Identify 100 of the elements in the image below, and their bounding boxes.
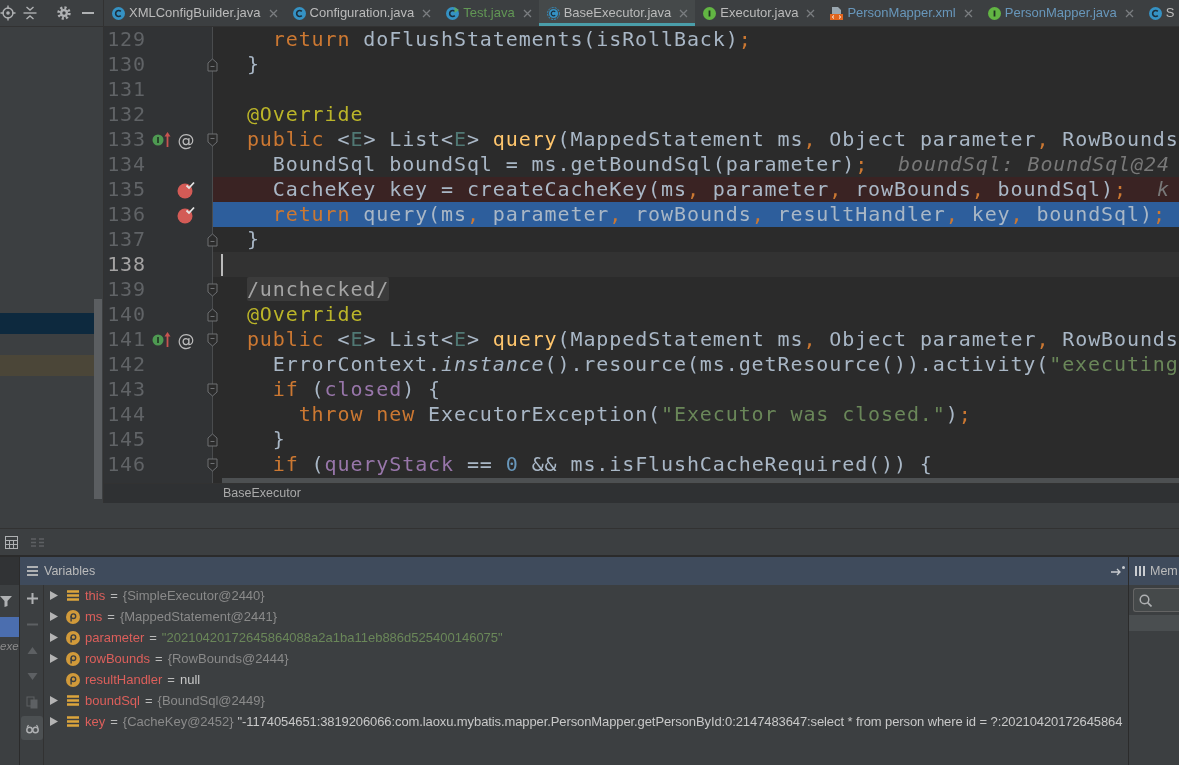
variable-value: "20210420172645864088a2a1ba11eb886d525400146075" [161, 628, 503, 647]
list-icon [27, 566, 38, 576]
editor-tab[interactable]: S [1140, 0, 1179, 26]
variable-name: key [85, 712, 106, 731]
scrollbar-thumb[interactable] [94, 299, 102, 499]
code-line: return doFlushStatements(isRollBack); [272, 27, 752, 52]
class-run-icon [446, 6, 460, 20]
close-icon[interactable] [422, 8, 432, 18]
settings-icon[interactable] [57, 6, 71, 20]
line-number: 138 [107, 252, 146, 277]
parameter-icon [66, 651, 80, 666]
class-icon [546, 6, 560, 20]
value-text: "-1174054651:3819206066:com.laoxu.mybatis.mapper.PersonMapper.getPersonById:0:2147483647:select * from person where id = ?:20210420172645864 [237, 712, 1123, 731]
variable-name: ms [85, 607, 103, 626]
breakpoint-icon[interactable] [177, 205, 195, 224]
variable-value: {MappedStatement@2441} [119, 607, 277, 626]
close-icon[interactable] [1124, 8, 1134, 18]
equals-sign: = [155, 649, 163, 668]
editor-tab[interactable]: Configuration.java [284, 0, 439, 26]
parameter-icon [66, 630, 80, 645]
arrow-icon[interactable] [1111, 566, 1125, 576]
close-icon[interactable] [268, 8, 278, 18]
table-icon[interactable] [5, 535, 18, 549]
editor-tab[interactable]: XMLConfigBuilder.java [104, 0, 285, 26]
horizontal-scrollbar-thumb[interactable] [222, 478, 1179, 483]
fold-marker-icon[interactable] [207, 382, 218, 397]
expand-arrow-icon[interactable] [50, 612, 58, 621]
editor-tab[interactable]: PersonMapper.java [979, 0, 1141, 26]
code-line: @Override [246, 102, 364, 127]
equals-sign: = [167, 670, 175, 689]
expand-arrow-icon[interactable] [50, 717, 58, 726]
toggle-button[interactable] [21, 716, 43, 740]
breadcrumb-item[interactable]: BaseExecutor [223, 484, 301, 503]
variable-value: {RowBounds@2444} [167, 649, 289, 668]
class-icon [1148, 6, 1162, 20]
close-icon[interactable] [522, 8, 532, 18]
equals-sign: = [110, 712, 118, 731]
expand-arrow-icon[interactable] [50, 654, 58, 663]
close-icon[interactable] [806, 8, 816, 18]
fold-marker-icon[interactable] [207, 57, 218, 72]
code-line: if (queryStack == 0 && ms.isFlushCacheRequired()) { [272, 452, 933, 477]
variable-value: {SimpleExecutor@2440} [122, 586, 265, 605]
code-line: return query(ms, parameter, rowBounds, resultHandler, key, boundSql); [272, 202, 1166, 227]
field-icon [67, 716, 79, 727]
equals-sign: = [149, 628, 157, 647]
frame-item[interactable]: exe [0, 637, 19, 657]
equals-sign: = [107, 607, 115, 626]
variable-name: parameter [85, 628, 145, 647]
interface-up-arrow-icon[interactable] [152, 331, 171, 348]
code-line: public <E> List<E> query(MappedStatement ms, Object parameter, RowBounds [246, 327, 1179, 352]
fold-marker-icon[interactable] [207, 432, 218, 447]
close-icon[interactable] [963, 8, 973, 18]
columns-icon[interactable] [1135, 565, 1145, 577]
fold-marker-icon[interactable] [207, 457, 218, 472]
expand-arrow-icon[interactable] [50, 696, 58, 705]
inline-value-hint: k [1156, 177, 1170, 202]
interface-icon [703, 6, 717, 20]
xml-file-icon [830, 6, 844, 20]
class-icon [112, 6, 125, 20]
search-field[interactable] [1133, 588, 1179, 612]
editor-tab[interactable]: BaseExecutor.java [538, 0, 696, 26]
fold-marker-icon[interactable] [207, 332, 218, 347]
expand-arrow-icon[interactable] [50, 591, 58, 600]
editor-tab[interactable]: Test.java [438, 0, 539, 26]
editor-tab[interactable]: PersonMapper.xml [822, 0, 980, 26]
code-line: } [272, 427, 286, 452]
editor-tab[interactable]: Executor.java [695, 0, 823, 26]
parameter-icon [66, 672, 80, 687]
table-header-bar [1129, 615, 1179, 631]
variable-name: rowBounds [85, 649, 151, 668]
fold-marker-icon[interactable] [207, 307, 218, 322]
fold-marker-icon[interactable] [207, 232, 218, 247]
variable-name: resultHandler [85, 670, 163, 689]
fold-marker-icon[interactable] [207, 282, 218, 297]
interface-icon [987, 6, 1001, 20]
interface-up-arrow-icon[interactable] [152, 131, 171, 148]
variable-value: null [179, 670, 201, 689]
filter-icon[interactable] [0, 595, 12, 607]
equals-sign: = [110, 586, 118, 605]
target-icon[interactable] [0, 5, 16, 21]
inline-value-hint: boundSql: BoundSql@24 [898, 152, 1170, 177]
fold-marker-icon[interactable] [207, 132, 218, 147]
expand-arrow-icon[interactable] [50, 633, 58, 642]
code-line: if (closed) { [272, 377, 442, 402]
parameter-icon [66, 609, 80, 624]
variable-name: boundSql [85, 691, 140, 710]
field-icon [67, 590, 79, 601]
search-icon [1139, 593, 1152, 607]
text-caret [221, 253, 223, 276]
class-icon [292, 6, 306, 20]
breakpoint-icon[interactable] [177, 180, 195, 199]
variable-value: {BoundSql@2449} [157, 691, 265, 710]
plus-icon[interactable] [25, 591, 39, 605]
code-line: public <E> List<E> query(MappedStatement ms, Object parameter, RowBounds [246, 127, 1179, 152]
collapse-icon[interactable] [23, 6, 37, 20]
panel-title: Variables [44, 562, 96, 580]
close-icon[interactable] [679, 8, 689, 18]
at-sign-marker[interactable]: @ [177, 329, 195, 350]
at-sign-marker[interactable]: @ [177, 129, 195, 150]
colored-tree-row[interactable] [0, 355, 94, 376]
